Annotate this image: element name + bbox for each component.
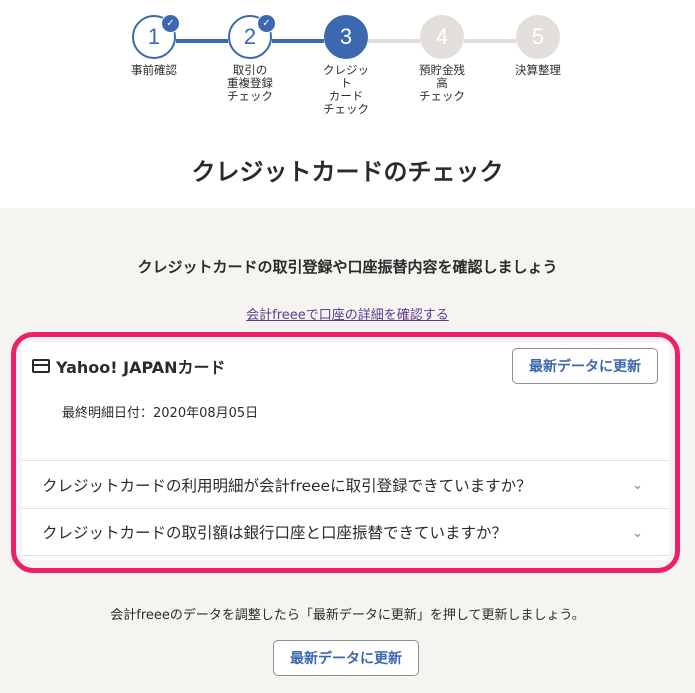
step-3-circle[interactable]: 3	[324, 15, 368, 59]
step-1[interactable]: 1 ✓ 事前確認	[108, 14, 200, 77]
step-5[interactable]: 5 決算整理	[492, 15, 584, 77]
step-4-label: 預貯金残 高 チェック	[419, 63, 465, 103]
step-2[interactable]: 2 ✓ 取引の 重複登録 チェック	[204, 14, 296, 103]
step-4-number: 4	[435, 24, 449, 49]
page-title: クレジットカードのチェック	[191, 158, 504, 186]
check-icon: ✓	[257, 14, 276, 33]
step-1-label: 事前確認	[131, 63, 177, 77]
step-2-circle[interactable]: 2 ✓	[228, 14, 276, 59]
highlight-frame	[11, 332, 680, 573]
refresh-data-button-bottom[interactable]: 最新データに更新	[273, 640, 419, 676]
step-5-label: 決算整理	[515, 63, 561, 77]
step-5-number: 5	[531, 24, 545, 49]
step-3-number: 3	[339, 24, 353, 49]
check-icon: ✓	[161, 14, 180, 33]
step-3-label: クレジッ ト カード チェック	[323, 63, 369, 116]
step-2-number: 2	[243, 24, 257, 49]
account-link-row: 会計freeeで口座の詳細を確認する	[0, 304, 695, 323]
step-4-circle[interactable]: 4	[420, 15, 464, 59]
step-1-number: 1	[147, 24, 161, 49]
step-3[interactable]: 3 クレジッ ト カード チェック	[300, 15, 392, 116]
account-detail-link[interactable]: 会計freeeで口座の詳細を確認する	[246, 308, 449, 323]
stepper-panel: 1 ✓ 事前確認 2 ✓ 取引の 重複登録 チェック 3 クレジッ ト カード …	[0, 0, 695, 208]
footer-note: 会計freeeのデータを調整したら「最新データに更新」を押して更新しましょう。	[110, 608, 585, 623]
step-1-circle[interactable]: 1 ✓	[132, 14, 180, 59]
step-2-label: 取引の 重複登録 チェック	[227, 63, 273, 103]
stepper: 1 ✓ 事前確認 2 ✓ 取引の 重複登録 チェック 3 クレジッ ト カード …	[0, 0, 695, 140]
section-subtitle: クレジットカードの取引登録や口座振替内容を確認しましょう	[137, 258, 558, 276]
step-5-circle[interactable]: 5	[516, 15, 560, 59]
step-4[interactable]: 4 預貯金残 高 チェック	[396, 15, 488, 103]
